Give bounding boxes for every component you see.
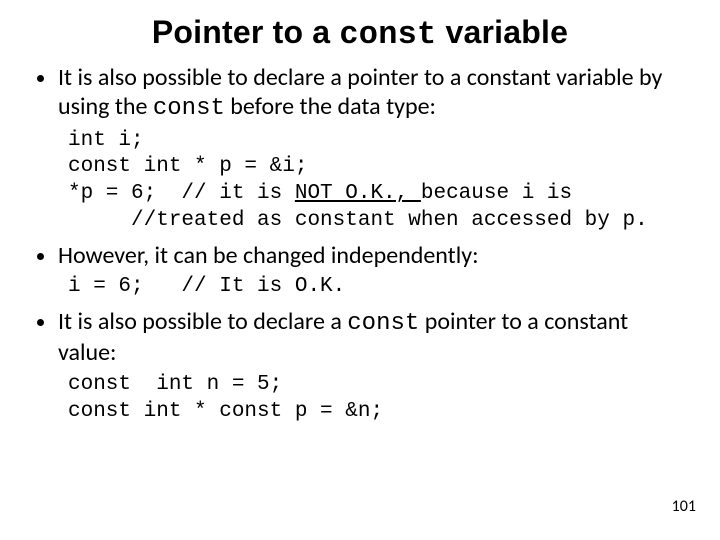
title-const-keyword: const (339, 16, 436, 53)
bullet-list: It is also possible to declare a pointer… (28, 63, 692, 124)
code3-line2: const int * const p = &n; (68, 400, 383, 423)
bullet-1: It is also possible to declare a pointer… (58, 63, 692, 124)
title-text-post: variable (436, 14, 568, 50)
bullet-3: It is also possible to declare a const p… (58, 307, 692, 368)
code3-line1: const int n = 5; (68, 373, 282, 396)
code1-line3a: *p = 6; // it is (68, 182, 295, 205)
slide-title: Pointer to a const variable (28, 14, 692, 53)
code1-line2: const int * p = &i; (68, 155, 307, 178)
code-block-1: int i; const int * p = &i; *p = 6; // it… (68, 128, 692, 236)
bullet-1-post: before the data type: (225, 92, 436, 121)
bullet-3-const-keyword: const (347, 310, 419, 337)
code1-line4: //treated as constant when accessed by p… (68, 209, 648, 232)
page-number: 101 (672, 497, 696, 516)
code1-line3b: because i is (421, 182, 572, 205)
slide: Pointer to a const variable It is also p… (0, 0, 720, 425)
code-block-2: i = 6; // It is O.K. (68, 274, 692, 301)
bullet-1-const-keyword: const (153, 95, 225, 122)
bullet-2: However, it can be changed independently… (58, 241, 692, 270)
bullet-list-3: It is also possible to declare a const p… (28, 307, 692, 368)
code1-line3-not-ok: NOT O.K., (295, 182, 421, 205)
bullet-list-2: However, it can be changed independently… (28, 241, 692, 270)
code1-line1: int i; (68, 129, 144, 152)
code-block-3: const int n = 5; const int * const p = &… (68, 372, 692, 426)
title-text-pre: Pointer to a (152, 14, 340, 50)
bullet-3-pre: It is also possible to declare a (58, 307, 347, 336)
